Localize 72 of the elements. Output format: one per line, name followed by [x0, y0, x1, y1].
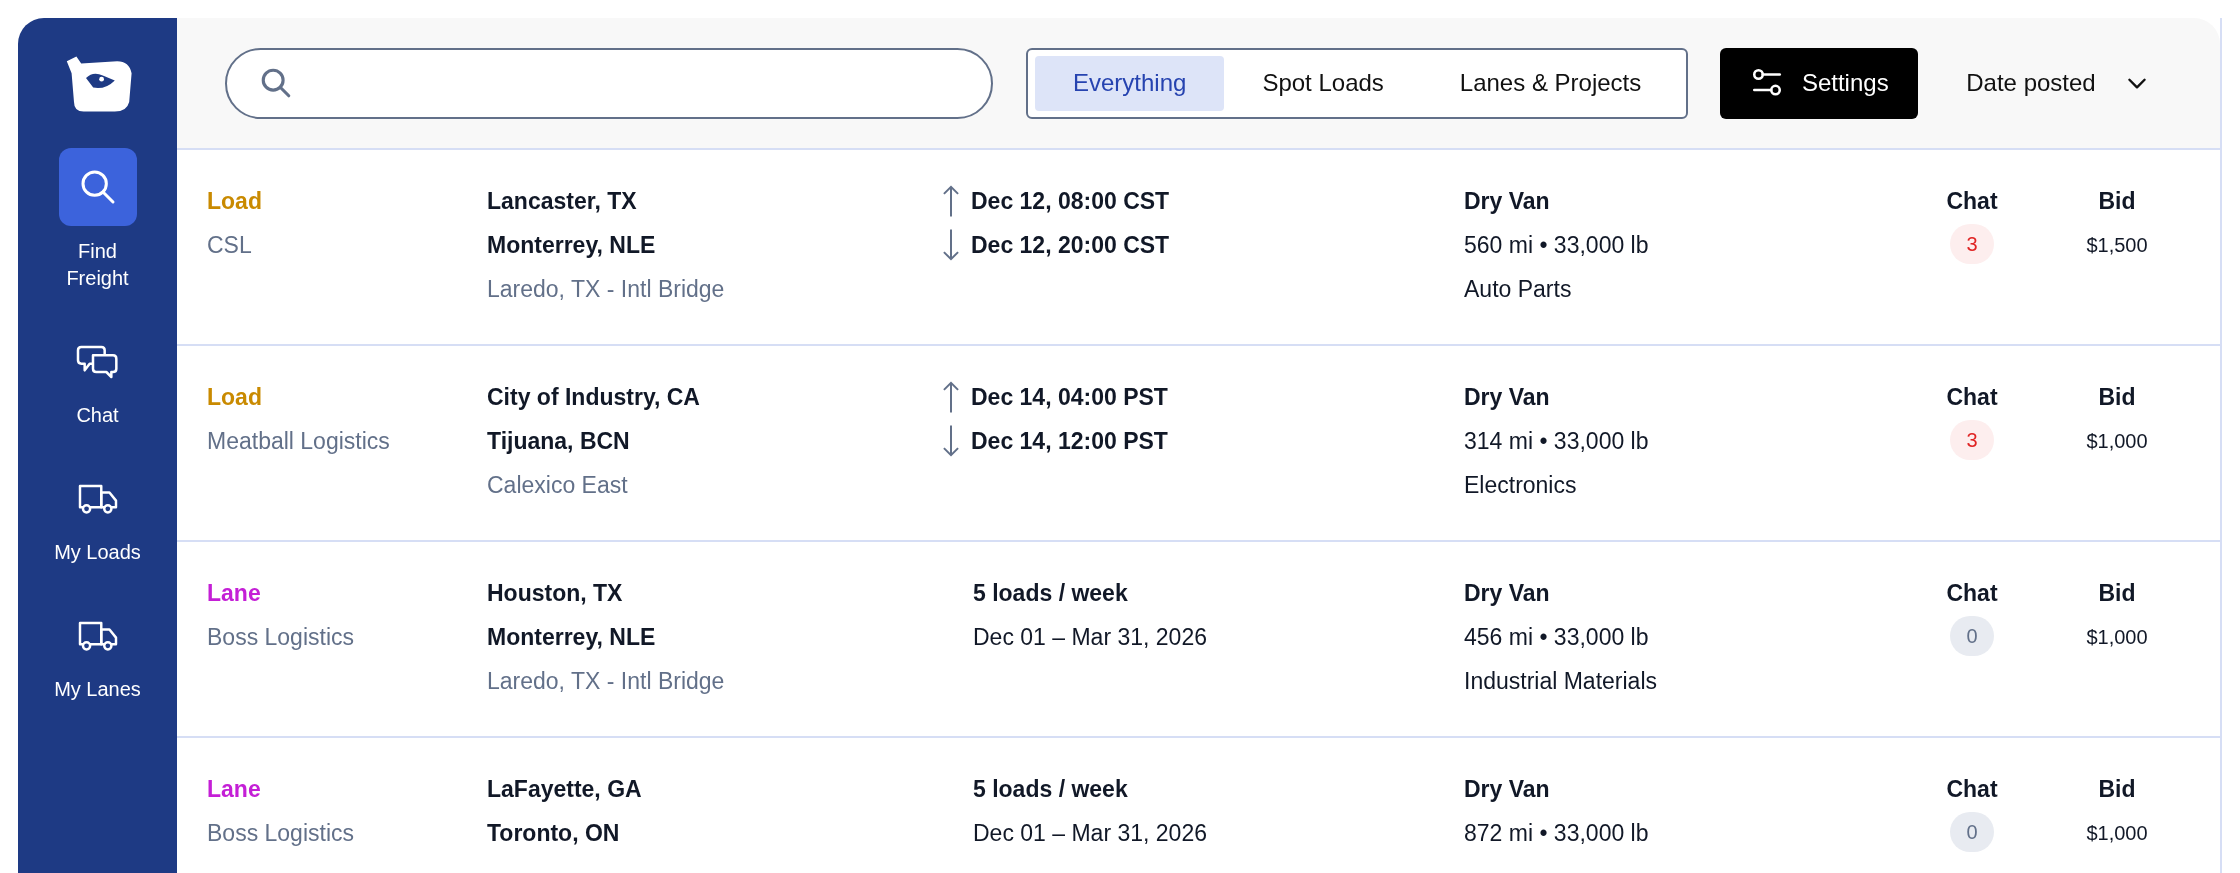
settings-button[interactable]: Settings: [1720, 47, 1919, 119]
border-crossing: Calexico East: [487, 471, 629, 500]
nav-item[interactable]: My Loads: [27, 471, 168, 566]
distance-weight: 872 mi • 33,000 lb: [1464, 819, 1650, 848]
search-icon: [259, 66, 293, 100]
pickup-time: Dec 14, 04:00 PST: [971, 383, 1168, 412]
chat-label: Chat: [1946, 579, 1998, 608]
bid-amount: $1,000: [2086, 821, 2148, 846]
origin-city: Houston, TX: [487, 579, 624, 608]
company-name: Meatball Logistics: [207, 427, 391, 456]
arrow-up-icon: [942, 184, 960, 218]
filter-tab[interactable]: Spot Loads: [1224, 55, 1422, 111]
nav-item[interactable]: Chat: [27, 334, 168, 429]
date-range: Dec 01 – Mar 31, 2026: [973, 623, 1208, 652]
equipment-type: Dry Van: [1464, 775, 1551, 804]
destination-city: Tijuana, BCN: [487, 427, 631, 456]
listing-type: Load: [207, 383, 263, 412]
load-frequency: 5 loads / week: [973, 579, 1129, 608]
delivery-time: Dec 14, 12:00 PST: [971, 427, 1168, 456]
chat-count-badge: 3: [1950, 420, 1994, 460]
chat-label: Chat: [1946, 187, 1998, 216]
distance-weight: 314 mi • 33,000 lb: [1464, 427, 1650, 456]
listing-row[interactable]: Lane Boss Logistics LaFayette, GA Toronto, ON 5 loads / week Dec 01 – Mar 31, 2026 Dry Van 872 mi • 33,000 lb Chat 0 Bid $1,000: [177, 738, 2220, 873]
border-crossing: Laredo, TX - Intl Bridge: [487, 275, 726, 304]
company-name: Boss Logistics: [207, 623, 355, 652]
nav-item[interactable]: Find Freight: [27, 148, 168, 292]
date-range: Dec 01 – Mar 31, 2026: [973, 819, 1208, 848]
filter-tab[interactable]: Lanes & Projects: [1421, 55, 1680, 111]
chat-count-badge: 3: [1950, 224, 1994, 264]
origin-city: City of Industry, CA: [487, 383, 701, 412]
company-name: Boss Logistics: [207, 819, 355, 848]
bid-amount: $1,500: [2086, 233, 2148, 258]
nav-item[interactable]: My Lanes: [27, 608, 168, 703]
equipment-type: Dry Van: [1464, 383, 1551, 412]
commodity: Auto Parts: [1464, 275, 1573, 304]
equipment-type: Dry Van: [1464, 579, 1551, 608]
bid-label: Bid: [2098, 775, 2136, 804]
listing-row[interactable]: Load CSL Lancaster, TX Monterrey, NLE Laredo, TX - Intl Bridge Dec 12, 08:00 CST Dec 12, 20:00 CST Dry Van 560 mi • 33,000 lb Auto Parts Chat 3 Bid $1,500: [177, 150, 2220, 346]
arrow-up-icon: [942, 380, 960, 414]
distance-weight: 560 mi • 33,000 lb: [1464, 231, 1650, 260]
bid-label: Bid: [2098, 187, 2136, 216]
sort-dropdown[interactable]: Date posted: [1966, 69, 2150, 97]
chat-count-badge: 0: [1950, 812, 1994, 852]
bid-label: Bid: [2098, 579, 2136, 608]
listing-type: Lane: [207, 775, 262, 804]
listing-row[interactable]: Load Meatball Logistics City of Industry, CA Tijuana, BCN Calexico East Dec 14, 04:00 PST Dec 14, 12:00 PST Dry Van 314 mi • 33,000 lb Electronics Chat 3 Bid $1,000: [177, 346, 2220, 542]
destination-city: Monterrey, NLE: [487, 231, 657, 260]
delivery-time: Dec 12, 20:00 CST: [971, 231, 1170, 260]
distance-weight: 456 mi • 33,000 lb: [1464, 623, 1650, 652]
chat-count-badge: 0: [1950, 616, 1994, 656]
chat-label: Chat: [1946, 383, 1998, 412]
filter-tab[interactable]: Everything: [1035, 55, 1225, 111]
pickup-time: Dec 12, 08:00 CST: [971, 187, 1170, 216]
destination-city: Monterrey, NLE: [487, 623, 657, 652]
equipment-type: Dry Van: [1464, 187, 1551, 216]
listing-type: Load: [207, 187, 263, 216]
destination-city: Toronto, ON: [487, 819, 621, 848]
bid-amount: $1,000: [2086, 429, 2148, 454]
commodity: Industrial Materials: [1464, 667, 1659, 696]
chat-label: Chat: [1946, 775, 1998, 804]
commodity: Electronics: [1464, 471, 1578, 500]
border-crossing: Laredo, TX - Intl Bridge: [487, 667, 726, 696]
listing-row[interactable]: Lane Boss Logistics Houston, TX Monterrey, NLE Laredo, TX - Intl Bridge 5 loads / week Dec 01 – Mar 31, 2026 Dry Van 456 mi • 33,000 lb Industrial Materials Chat 0 Bid $1,000: [177, 542, 2220, 738]
bid-label: Bid: [2098, 383, 2136, 412]
bid-amount: $1,000: [2086, 625, 2148, 650]
arrow-down-icon: [942, 424, 960, 458]
company-name: CSL: [207, 231, 253, 260]
origin-city: LaFayette, GA: [487, 775, 643, 804]
load-frequency: 5 loads / week: [973, 775, 1129, 804]
origin-city: Lancaster, TX: [487, 187, 638, 216]
arrow-down-icon: [942, 228, 960, 262]
listing-type: Lane: [207, 579, 262, 608]
